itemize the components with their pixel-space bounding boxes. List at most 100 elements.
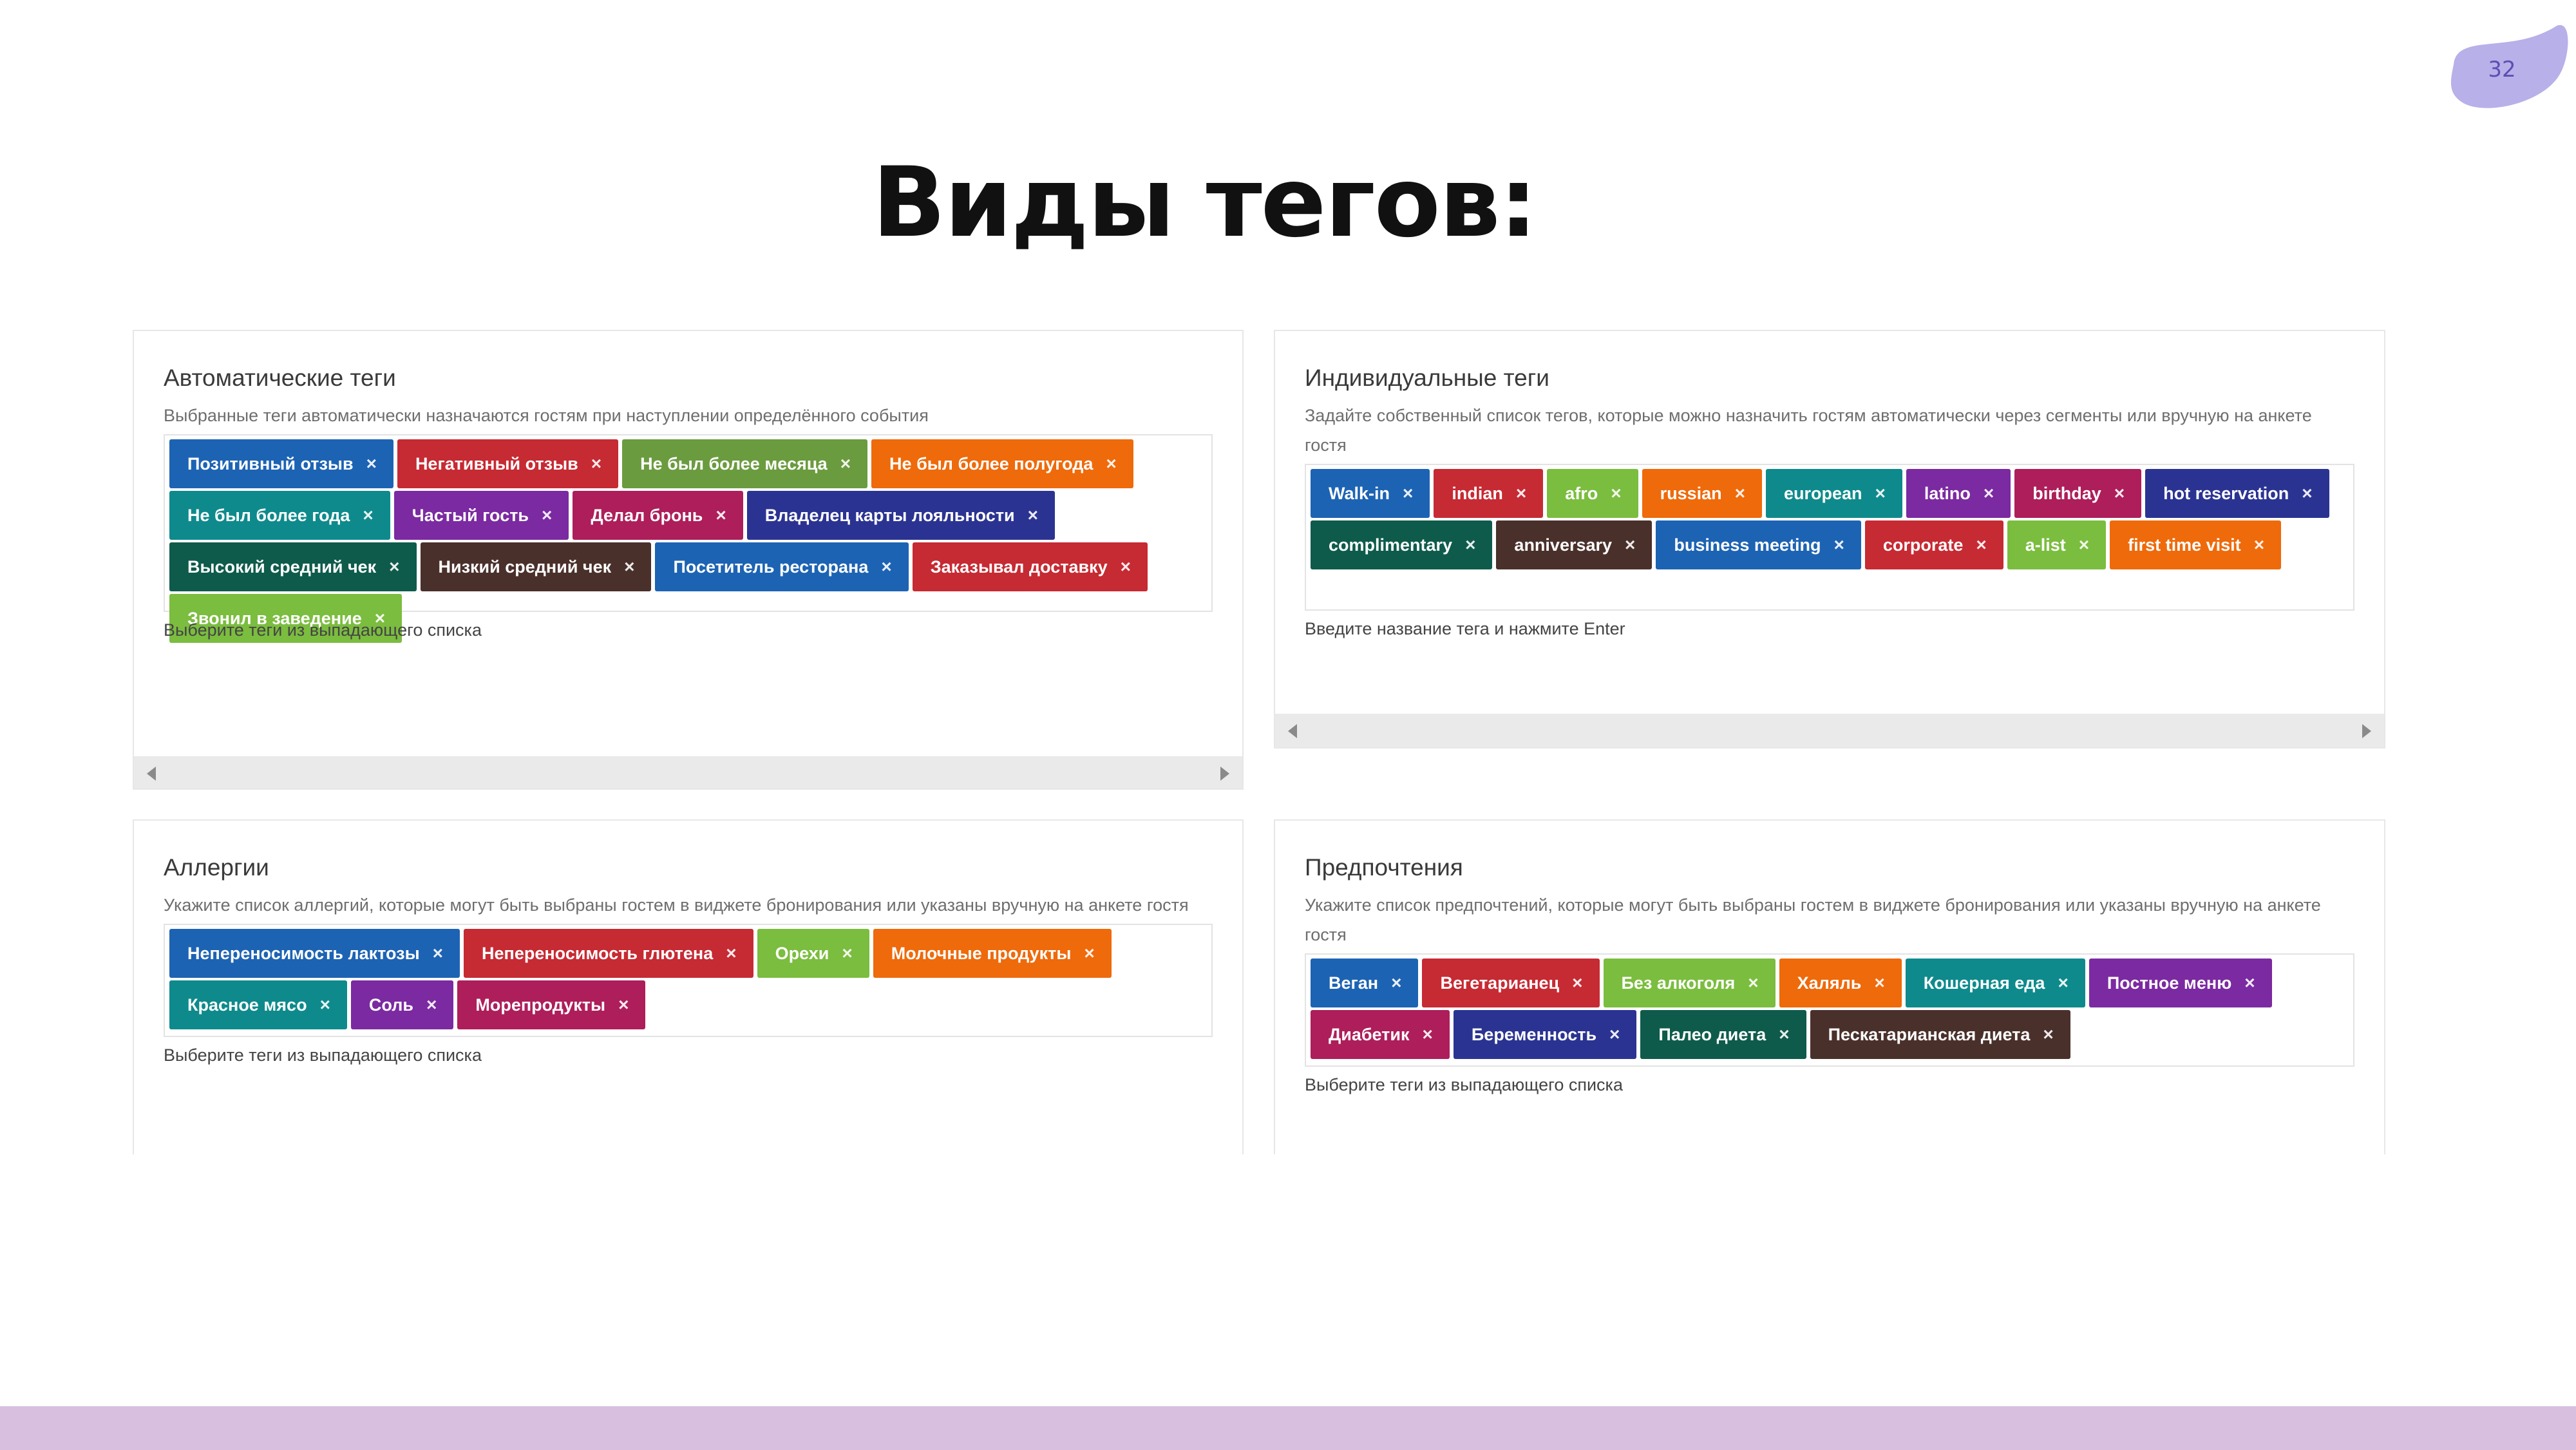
tag-label: a-list bbox=[2025, 535, 2066, 555]
remove-tag-icon[interactable]: × bbox=[842, 943, 852, 964]
tag-chip[interactable]: Делал бронь × bbox=[573, 491, 743, 540]
remove-tag-icon[interactable]: × bbox=[1465, 535, 1475, 555]
remove-tag-icon[interactable]: × bbox=[1028, 505, 1038, 526]
remove-tag-icon[interactable]: × bbox=[1121, 557, 1131, 577]
tag-chip[interactable]: corporate × bbox=[1864, 520, 2003, 569]
remove-tag-icon[interactable]: × bbox=[1748, 973, 1758, 993]
tag-chip[interactable]: Орехи × bbox=[757, 929, 869, 978]
remove-tag-icon[interactable]: × bbox=[1875, 483, 1886, 504]
tag-chip[interactable]: Веган × bbox=[1311, 959, 1419, 1007]
remove-tag-icon[interactable]: × bbox=[1625, 535, 1635, 555]
horizontal-scrollbar[interactable] bbox=[134, 756, 1242, 788]
tag-chip[interactable]: Не был более года × bbox=[169, 491, 390, 540]
tag-chip[interactable]: Халяль × bbox=[1779, 959, 1902, 1007]
tag-chip[interactable]: Высокий средний чек × bbox=[169, 542, 417, 591]
tag-chip[interactable]: Заказывал доставку × bbox=[912, 542, 1148, 591]
tag-chip[interactable]: anniversary × bbox=[1496, 520, 1653, 569]
tag-chip[interactable]: Владелец карты лояльности × bbox=[746, 491, 1055, 540]
tag-chip[interactable]: Негативный отзыв × bbox=[397, 439, 619, 488]
tag-chip[interactable]: Морепродукты × bbox=[457, 980, 646, 1029]
remove-tag-icon[interactable]: × bbox=[726, 943, 736, 964]
tag-chip[interactable]: Непереносимость лактозы × bbox=[169, 929, 460, 978]
remove-tag-icon[interactable]: × bbox=[1572, 973, 1582, 993]
tag-chip[interactable]: Непереносимость глютена × bbox=[464, 929, 753, 978]
tag-chip[interactable]: european × bbox=[1766, 469, 1902, 518]
tag-chip[interactable]: Низкий средний чек × bbox=[420, 542, 652, 591]
tag-chip[interactable]: Диабетик × bbox=[1311, 1010, 1450, 1059]
tags-input[interactable]: Веган × Вегетарианец × Без алкоголя × Халяль × К… bbox=[1305, 953, 2354, 1067]
panel-title: Аллергии bbox=[164, 854, 269, 881]
remove-tag-icon[interactable]: × bbox=[2043, 1024, 2053, 1045]
remove-tag-icon[interactable]: × bbox=[1106, 453, 1116, 474]
tag-chip[interactable]: afro × bbox=[1547, 469, 1638, 518]
tags-input[interactable]: Непереносимость лактозы × Непереносимость … bbox=[164, 924, 1213, 1037]
tag-chip[interactable]: Не был более месяца × bbox=[622, 439, 868, 488]
tag-chip[interactable]: Постное меню × bbox=[2088, 959, 2272, 1007]
arrow-left-icon[interactable] bbox=[1288, 724, 1297, 738]
tag-chip[interactable]: indian × bbox=[1434, 469, 1544, 518]
arrow-left-icon[interactable] bbox=[147, 767, 156, 781]
tag-chip[interactable]: a-list × bbox=[2007, 520, 2107, 569]
tag-chip[interactable]: Позитивный отзыв × bbox=[169, 439, 393, 488]
remove-tag-icon[interactable]: × bbox=[715, 505, 726, 526]
remove-tag-icon[interactable]: × bbox=[2079, 535, 2089, 555]
tag-chip[interactable]: Без алкоголя × bbox=[1603, 959, 1776, 1007]
remove-tag-icon[interactable]: × bbox=[2302, 483, 2312, 504]
remove-tag-icon[interactable]: × bbox=[542, 505, 552, 526]
tag-chip[interactable]: Посетитель ресторана × bbox=[655, 542, 909, 591]
tag-chip[interactable]: hot reservation × bbox=[2145, 469, 2329, 518]
remove-tag-icon[interactable]: × bbox=[363, 505, 373, 526]
tag-chip[interactable]: Беременность × bbox=[1453, 1010, 1637, 1059]
remove-tag-icon[interactable]: × bbox=[1735, 483, 1745, 504]
remove-tag-icon[interactable]: × bbox=[840, 453, 851, 474]
tag-chip[interactable]: Вегетарианец × bbox=[1422, 959, 1600, 1007]
tag-chip[interactable]: Молочные продукты × bbox=[873, 929, 1112, 978]
tag-chip[interactable]: Палео диета × bbox=[1640, 1010, 1806, 1059]
remove-tag-icon[interactable]: × bbox=[618, 995, 629, 1015]
tag-chip[interactable]: first time visit × bbox=[2110, 520, 2282, 569]
tag-chip[interactable]: Не был более полугода × bbox=[871, 439, 1133, 488]
tag-chip[interactable]: complimentary × bbox=[1311, 520, 1493, 569]
arrow-right-icon[interactable] bbox=[1220, 767, 1229, 781]
remove-tag-icon[interactable]: × bbox=[1976, 535, 1986, 555]
arrow-right-icon[interactable] bbox=[2362, 724, 2371, 738]
tag-chip[interactable]: latino × bbox=[1906, 469, 2011, 518]
remove-tag-icon[interactable]: × bbox=[1403, 483, 1413, 504]
tag-chip[interactable]: russian × bbox=[1642, 469, 1763, 518]
tag-chip[interactable]: Частый гость × bbox=[393, 491, 569, 540]
remove-tag-icon[interactable]: × bbox=[624, 557, 634, 577]
remove-tag-icon[interactable]: × bbox=[1609, 1024, 1620, 1045]
tag-chip[interactable]: Walk-in × bbox=[1311, 469, 1430, 518]
remove-tag-icon[interactable]: × bbox=[1874, 973, 1884, 993]
remove-tag-icon[interactable]: × bbox=[1516, 483, 1526, 504]
tag-chip[interactable]: Красное мясо × bbox=[169, 980, 347, 1029]
remove-tag-icon[interactable]: × bbox=[2058, 973, 2068, 993]
horizontal-scrollbar[interactable] bbox=[1275, 714, 2384, 747]
remove-tag-icon[interactable]: × bbox=[320, 995, 330, 1015]
remove-tag-icon[interactable]: × bbox=[2254, 535, 2264, 555]
remove-tag-icon[interactable]: × bbox=[2244, 973, 2255, 993]
remove-tag-icon[interactable]: × bbox=[1779, 1024, 1789, 1045]
tag-chip[interactable]: birthday × bbox=[2014, 469, 2142, 518]
remove-tag-icon[interactable]: × bbox=[1423, 1024, 1433, 1045]
remove-tag-icon[interactable]: × bbox=[433, 943, 443, 964]
remove-tag-icon[interactable]: × bbox=[426, 995, 437, 1015]
remove-tag-icon[interactable]: × bbox=[2114, 483, 2125, 504]
tags-input[interactable]: Walk-in × indian × afro × russian × european × lat… bbox=[1305, 464, 2354, 611]
remove-tag-icon[interactable]: × bbox=[1833, 535, 1844, 555]
remove-tag-icon[interactable]: × bbox=[389, 557, 399, 577]
remove-tag-icon[interactable]: × bbox=[375, 608, 385, 629]
tag-chip[interactable]: business meeting × bbox=[1656, 520, 1861, 569]
tag-chip[interactable]: Кошерная еда × bbox=[1905, 959, 2085, 1007]
remove-tag-icon[interactable]: × bbox=[1984, 483, 1994, 504]
tag-chip[interactable]: Пескатарианская диета × bbox=[1810, 1010, 2070, 1059]
panel-title: Автоматические теги bbox=[164, 365, 396, 391]
remove-tag-icon[interactable]: × bbox=[1611, 483, 1621, 504]
remove-tag-icon[interactable]: × bbox=[366, 453, 377, 474]
tag-chip[interactable]: Соль × bbox=[350, 980, 454, 1029]
remove-tag-icon[interactable]: × bbox=[1084, 943, 1094, 964]
remove-tag-icon[interactable]: × bbox=[591, 453, 601, 474]
tags-input[interactable]: Позитивный отзыв × Негативный отзыв × Не был… bbox=[164, 434, 1213, 643]
remove-tag-icon[interactable]: × bbox=[881, 557, 891, 577]
remove-tag-icon[interactable]: × bbox=[1391, 973, 1401, 993]
